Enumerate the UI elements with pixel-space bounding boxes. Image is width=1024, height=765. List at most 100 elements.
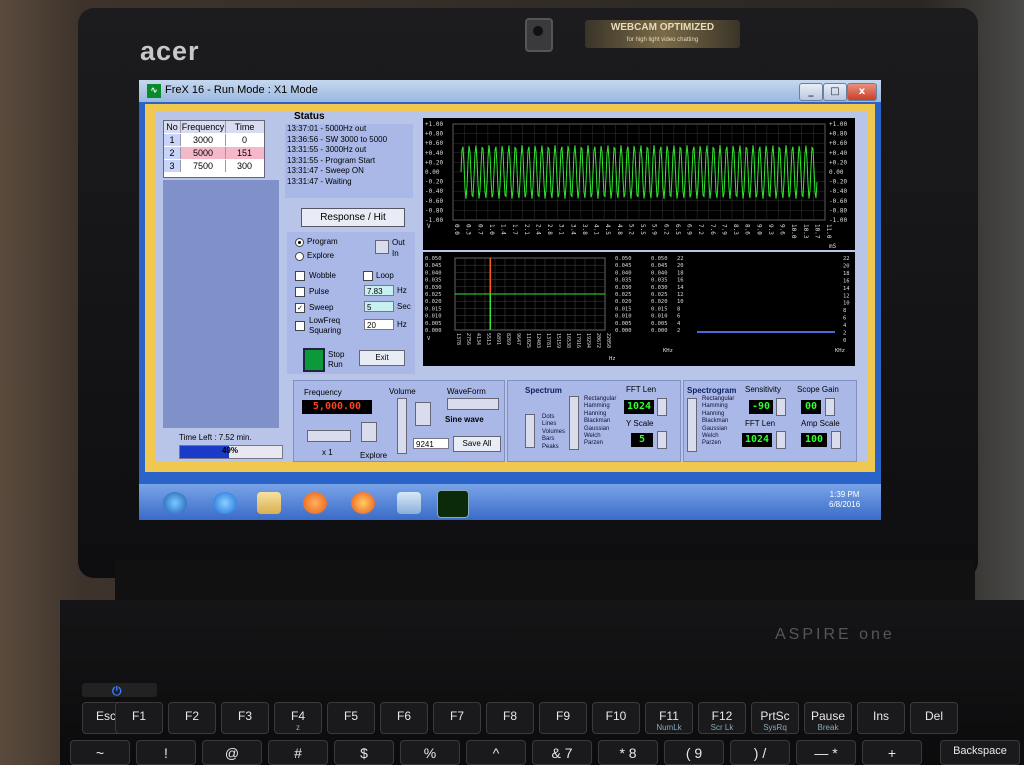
- key[interactable]: F7: [433, 702, 481, 734]
- table-row-active[interactable]: 2 5000 151: [164, 147, 264, 159]
- key[interactable]: F11 NumLk: [645, 702, 693, 734]
- key[interactable]: F9: [539, 702, 587, 734]
- key[interactable]: * 8: [598, 740, 658, 765]
- key[interactable]: $: [334, 740, 394, 765]
- list-item[interactable]: Dots: [542, 414, 565, 421]
- list-item[interactable]: Blackman: [584, 418, 616, 425]
- sensitivity-stepper[interactable]: [776, 398, 786, 416]
- x-tick-label: 7.6: [709, 224, 716, 235]
- maximize-button[interactable]: □: [823, 83, 847, 101]
- frex-waveform-icon[interactable]: [437, 490, 469, 518]
- key[interactable]: F6: [380, 702, 428, 734]
- lowfreq-field[interactable]: 20: [364, 319, 394, 330]
- list-item[interactable]: Welch: [702, 433, 734, 440]
- list-item[interactable]: Parzen: [702, 440, 734, 447]
- loop-checkbox[interactable]: [363, 271, 373, 281]
- list-item[interactable]: Hanning: [584, 411, 616, 418]
- sweep-field[interactable]: 5: [364, 301, 394, 312]
- key[interactable]: F5: [327, 702, 375, 734]
- table-row[interactable]: 1 3000 0: [164, 134, 264, 146]
- window-titlebar[interactable]: ∿ FreX 16 - Run Mode : X1 Mode _ □ x: [139, 80, 881, 102]
- list-item[interactable]: Hanning: [702, 411, 734, 418]
- key[interactable]: F3: [221, 702, 269, 734]
- list-item[interactable]: Bars: [542, 436, 565, 443]
- key[interactable]: F4 z: [274, 702, 322, 734]
- sweep-checkbox[interactable]: ✓: [295, 303, 305, 313]
- key[interactable]: & 7: [532, 740, 592, 765]
- volume-slider[interactable]: [397, 398, 407, 454]
- volume-stepper[interactable]: [415, 402, 431, 426]
- pulse-checkbox[interactable]: [295, 287, 305, 297]
- taskbar-clock[interactable]: 1:39 PM 6/8/2016: [829, 490, 860, 510]
- list-item[interactable]: Hamming: [702, 403, 734, 410]
- list-item[interactable]: Lines: [542, 421, 565, 428]
- list-item[interactable]: Rectangular: [584, 396, 616, 403]
- explore-label: Explore: [307, 251, 335, 260]
- media-player-icon[interactable]: [303, 492, 327, 514]
- scope-gain-stepper[interactable]: [825, 398, 835, 416]
- key[interactable]: F2: [168, 702, 216, 734]
- key[interactable]: @: [202, 740, 262, 765]
- exit-button[interactable]: Exit: [359, 350, 405, 366]
- y-scale-stepper[interactable]: [657, 431, 667, 449]
- key-label: F10: [605, 709, 627, 723]
- key[interactable]: +: [862, 740, 922, 765]
- minimize-button[interactable]: _: [799, 83, 823, 101]
- close-button[interactable]: x: [847, 83, 877, 101]
- spectrogram-fft-len-stepper[interactable]: [776, 431, 786, 449]
- key[interactable]: %: [400, 740, 460, 765]
- key[interactable]: F10: [592, 702, 640, 734]
- save-all-button[interactable]: Save All: [453, 436, 501, 452]
- wobble-checkbox[interactable]: [295, 271, 305, 281]
- program-radio[interactable]: [295, 238, 304, 247]
- list-item[interactable]: Peaks: [542, 444, 565, 451]
- list-item[interactable]: Volumes: [542, 429, 565, 436]
- amp-scale-stepper[interactable]: [831, 431, 841, 449]
- list-item[interactable]: Hamming: [584, 403, 616, 410]
- frequency-stepper[interactable]: [361, 422, 377, 442]
- table-header-row: No Frequency Time: [164, 121, 264, 133]
- key[interactable]: Del: [910, 702, 958, 734]
- out-in-switch[interactable]: [375, 240, 389, 254]
- key[interactable]: ( 9: [664, 740, 724, 765]
- response-hit-button[interactable]: Response / Hit: [301, 208, 405, 227]
- waveform-field[interactable]: 9241: [413, 438, 449, 449]
- key[interactable]: Pause Break: [804, 702, 852, 734]
- list-item[interactable]: Gaussian: [584, 426, 616, 433]
- spectrogram-window-slider[interactable]: [687, 398, 697, 452]
- file-explorer-icon[interactable]: [257, 492, 281, 514]
- key[interactable]: — *: [796, 740, 856, 765]
- key[interactable]: PrtSc SysRq: [751, 702, 799, 734]
- explore-radio[interactable]: [295, 252, 304, 261]
- list-item[interactable]: Parzen: [584, 440, 616, 447]
- key[interactable]: F1: [115, 702, 163, 734]
- key[interactable]: Ins: [857, 702, 905, 734]
- x-tick-label: 4.8: [616, 224, 623, 235]
- key[interactable]: #: [268, 740, 328, 765]
- key[interactable]: F8: [486, 702, 534, 734]
- list-item[interactable]: Blackman: [702, 418, 734, 425]
- key[interactable]: Backspace: [940, 740, 1020, 765]
- key[interactable]: ) /: [730, 740, 790, 765]
- lowfreq-checkbox[interactable]: [295, 321, 305, 331]
- list-item[interactable]: Rectangular: [702, 396, 734, 403]
- list-item[interactable]: Welch: [584, 433, 616, 440]
- waveform-slider[interactable]: [447, 398, 499, 410]
- key[interactable]: ~: [70, 740, 130, 765]
- internet-explorer-icon[interactable]: [213, 492, 237, 514]
- stop-run-toggle[interactable]: [303, 348, 325, 372]
- firefox-icon[interactable]: [351, 492, 375, 514]
- table-row[interactable]: 3 7500 300: [164, 160, 264, 172]
- power-icon[interactable]: ⏻: [112, 684, 122, 699]
- spectrum-window-slider[interactable]: [569, 396, 579, 450]
- pulse-field[interactable]: 7.83: [364, 285, 394, 296]
- key[interactable]: F12 Scr Lk: [698, 702, 746, 734]
- spectrum-fft-len-stepper[interactable]: [657, 398, 667, 416]
- key[interactable]: ^: [466, 740, 526, 765]
- frequency-slider[interactable]: [307, 430, 351, 442]
- generic-app-icon[interactable]: [397, 492, 421, 514]
- key[interactable]: !: [136, 740, 196, 765]
- list-item[interactable]: Gaussian: [702, 426, 734, 433]
- start-orb-icon[interactable]: [163, 492, 187, 514]
- spectrum-mode-slider[interactable]: [525, 414, 535, 448]
